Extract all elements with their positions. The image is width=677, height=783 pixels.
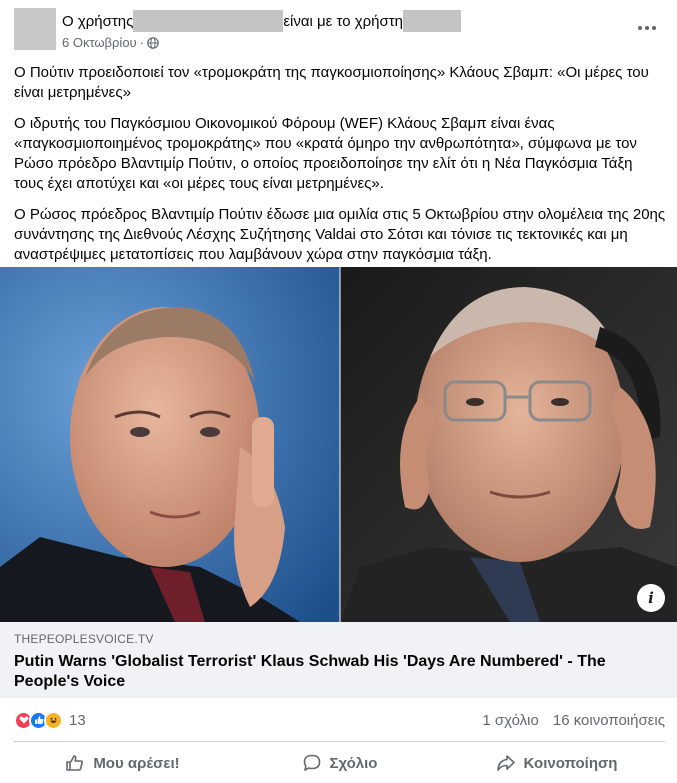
comment-bubble-icon xyxy=(303,754,320,771)
author-line: Ο χρήστης είναι με το χρήστη xyxy=(62,10,462,32)
post-body: Ο Πούτιν προειδοποιεί τον «τρομοκράτη τη… xyxy=(14,63,666,276)
post-actions: Μου αρέσει! Σχόλιο Κοινοποίηση xyxy=(14,745,665,781)
post-header: Ο χρήστης είναι με το χρήστη 6 Οκτωβρίου… xyxy=(0,0,677,58)
comment-button[interactable]: Σχόλιο xyxy=(231,745,448,781)
share-label: Κοινοποίηση xyxy=(523,754,618,772)
redacted-author-name[interactable] xyxy=(133,10,284,32)
link-domain: THEPEOPLESVOICE.TV xyxy=(14,632,154,646)
share-arrow-icon xyxy=(496,755,515,771)
reactions-summary[interactable]: 13 xyxy=(14,710,86,730)
share-button[interactable]: Κοινοποίηση xyxy=(448,745,665,781)
share-count[interactable]: 16 κοινοποιήσεις xyxy=(553,712,665,729)
post-meta: 6 Οκτωβρίου · xyxy=(62,35,159,50)
like-button[interactable]: Μου αρέσει! xyxy=(14,745,231,781)
like-thumb-icon xyxy=(66,755,84,771)
post-paragraph: Ο Πούτιν προειδοποιεί τον «τρομοκράτη τη… xyxy=(14,64,649,101)
globe-icon[interactable] xyxy=(147,36,159,49)
like-label: Μου αρέσει! xyxy=(93,754,180,772)
post-paragraph: Ο ιδρυτής του Παγκόσμιου Οικονομικού Φόρ… xyxy=(14,115,637,192)
comment-label: Σχόλιο xyxy=(329,754,378,772)
reaction-count: 13 xyxy=(69,711,86,729)
link-preview-card[interactable]: THEPEOPLESVOICE.TV Putin Warns 'Globalis… xyxy=(0,622,677,698)
author-middle: είναι με το χρήστη xyxy=(283,12,404,30)
link-title[interactable]: Putin Warns 'Globalist Terrorist' Klaus … xyxy=(14,652,663,692)
author-prefix: Ο χρήστης xyxy=(62,12,134,30)
post-stats: 13 1 σχόλιο 16 κοινοποιήσεις xyxy=(14,706,665,734)
info-icon[interactable]: i xyxy=(637,584,665,612)
divider xyxy=(14,741,665,742)
post-date[interactable]: 6 Οκτωβρίου xyxy=(62,35,137,50)
haha-reaction-icon xyxy=(44,710,63,730)
post-paragraph: Ο Ρώσος πρόεδρος Βλαντιμίρ Πούτιν έδωσε … xyxy=(14,206,666,263)
portraits-photo xyxy=(0,267,677,622)
comment-count[interactable]: 1 σχόλιο xyxy=(482,712,538,729)
link-preview-image[interactable]: i xyxy=(0,267,677,622)
avatar[interactable] xyxy=(14,8,56,50)
more-options-icon[interactable] xyxy=(635,16,659,40)
meta-separator: · xyxy=(139,35,144,50)
redacted-tagged-user[interactable] xyxy=(403,10,462,32)
